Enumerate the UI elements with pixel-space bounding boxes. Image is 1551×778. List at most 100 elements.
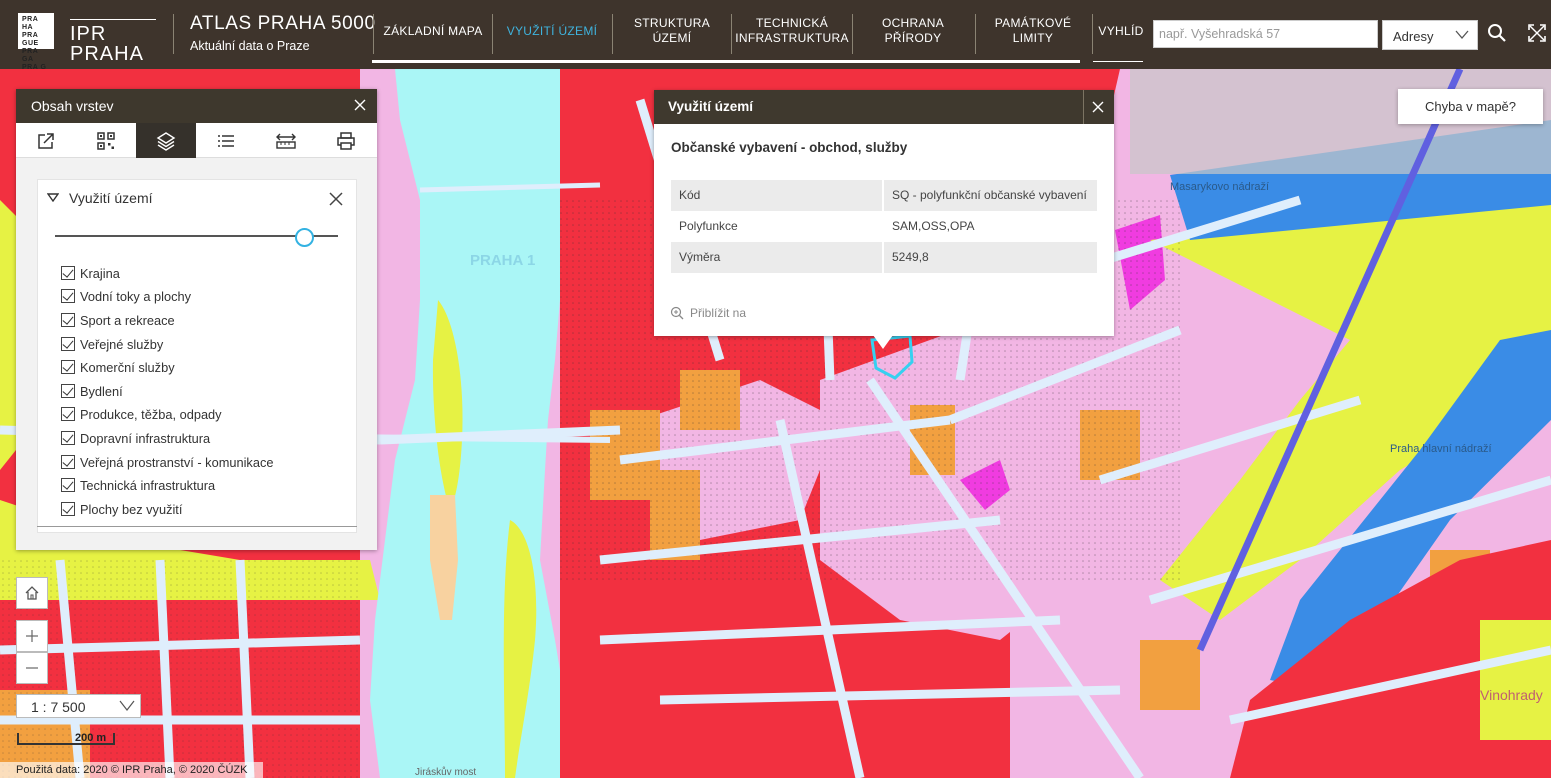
attribute-table: Kód SQ - polyfunkční občanské vybavení Po… [671,180,1097,273]
nav-pamatkove-limity[interactable]: PAMÁTKOVÉ LIMITY [985,0,1081,62]
zoom-out-button[interactable] [16,652,48,684]
layers-tool[interactable] [136,123,196,158]
layer-group-title: Využití území [69,190,153,206]
home-icon [25,586,39,600]
layer-item-bydleni[interactable]: Bydlení [61,381,123,401]
address-search-input[interactable] [1153,20,1378,48]
fullscreen-icon[interactable] [1526,22,1548,44]
checkbox[interactable] [61,478,75,492]
nav-divider [852,14,853,54]
map-label-bridge: Jiráskův most [415,766,476,778]
collapse-triangle-icon[interactable] [47,193,59,202]
zoom-in-icon [670,306,684,320]
attribute-value: SQ - polyfunkční občanské vybavení [883,180,1097,211]
layer-label: Dopravní infrastruktura [80,430,211,446]
layer-label: Veřejné služby [80,336,164,352]
nav-divider [492,14,493,54]
nav-vyhlidky[interactable]: VYHLÍD [1096,0,1146,62]
table-row: Polyfunkce SAM,OSS,OPA [671,211,1097,242]
checkbox[interactable] [61,313,75,327]
nav-vyuziti-uzemi[interactable]: VYUŽITÍ ÚZEMÍ [497,0,607,62]
print-icon [337,131,355,150]
nav-divider [1092,14,1093,54]
header-divider [173,14,174,54]
home-button[interactable] [16,577,48,609]
layer-label: Vodní toky a plochy [80,288,191,304]
checkbox[interactable] [61,337,75,351]
chevron-down-icon [1455,30,1469,39]
layer-item-dopravni[interactable]: Dopravní infrastruktura [61,428,210,448]
print-tool[interactable] [316,123,376,158]
app-title[interactable]: ATLAS PRAHA 5000 [190,13,376,35]
nav-zakladni-mapa[interactable]: ZÁKLADNÍ MAPA [378,0,488,62]
checkbox[interactable] [61,266,75,280]
scale-select[interactable]: 1 : 7 500 [16,694,141,718]
remove-layer-icon[interactable] [329,192,343,206]
checkbox[interactable] [61,360,75,374]
measure-icon [276,133,296,149]
layer-item-technicka[interactable]: Technická infrastruktura [61,475,215,495]
share-tool[interactable] [16,123,76,158]
layer-item-krajina[interactable]: Krajina [61,263,120,283]
nav-technicka-infrastruktura[interactable]: TECHNICKÁ INFRASTRUKTURA [735,0,848,62]
layer-label: Komerční služby [80,359,175,375]
feature-popup: Využití území Občanské vybavení - obchod… [654,90,1114,336]
layers-panel: Obsah vrstev Využití území Krajina Vodní… [16,89,377,550]
checkbox[interactable] [61,455,75,469]
report-error-button[interactable]: Chyba v mapě? [1398,89,1543,124]
public-services-block [1140,640,1200,710]
minus-icon [26,667,38,669]
panel-toolbar [16,123,377,158]
table-row: Kód SQ - polyfunkční občanské vybavení [671,180,1097,211]
legend-tool[interactable] [196,123,256,158]
popup-title: Využití území [668,99,754,114]
layer-label: Produkce, těžba, odpady [80,406,222,422]
zoom-to-label: Přiblížit na [690,306,747,320]
search-icon[interactable] [1486,22,1508,44]
close-icon[interactable] [353,98,367,112]
layer-item-sport[interactable]: Sport a rekreace [61,310,175,330]
nav-struktura-uzemi[interactable]: STRUKTURA ÚZEMÍ [617,0,727,62]
layer-label: Sport a rekreace [80,312,175,328]
checkbox[interactable] [61,502,75,516]
nav-ochrana-prirody[interactable]: OCHRANA PŘÍRODY [856,0,970,62]
layer-item-vodni-toky[interactable]: Vodní toky a plochy [61,286,191,306]
nav-divider [731,14,732,54]
attribute-key: Výměra [671,242,884,273]
attribute-value: 5249,8 [883,242,1097,273]
layer-item-produkce[interactable]: Produkce, těžba, odpady [61,404,222,424]
divider [37,526,357,527]
layers-icon [156,131,176,151]
prague-logo-text: PRA HA PRA GUE PRA GA PRA G [22,16,47,71]
popup-header-divider [1083,90,1084,124]
close-icon[interactable] [1092,101,1104,113]
layers-panel-header: Obsah vrstev [16,89,377,123]
nav-divider [612,14,613,54]
layer-item-verejna-prostranstvi[interactable]: Veřejná prostranství - komunikace [61,452,273,472]
popup-pointer [873,335,893,349]
feature-title: Občanské vybavení - obchod, služby [671,140,908,155]
search-type-select[interactable]: Adresy [1382,20,1478,50]
table-row: Výměra 5249,8 [671,242,1097,273]
header-divider [373,14,374,54]
chevron-down-icon [119,700,135,711]
checkbox[interactable] [61,289,75,303]
layer-label: Technická infrastruktura [80,477,216,493]
checkbox[interactable] [61,384,75,398]
bridge [339,434,611,443]
qr-code-tool[interactable] [76,123,136,158]
layer-label: Plochy bez využití [80,501,183,517]
layer-item-komercni-sluzby[interactable]: Komerční služby [61,357,175,377]
qr-code-icon [97,131,115,150]
prague-logo[interactable]: PRA HA PRA GUE PRA GA PRA G [18,13,54,71]
ipr-logo-text: IPR PRAHA [70,23,144,65]
opacity-slider-knob[interactable] [294,228,314,247]
layer-item-plochy-bez-vyuziti[interactable]: Plochy bez využití [61,499,182,519]
layer-item-verejne-sluzby[interactable]: Veřejné služby [61,334,163,354]
measure-tool[interactable] [256,123,316,158]
layers-panel-title: Obsah vrstev [31,98,114,114]
checkbox[interactable] [61,407,75,421]
zoom-in-button[interactable] [16,620,48,652]
zoom-to-button[interactable]: Přiblížit na [670,306,746,320]
checkbox[interactable] [61,431,75,445]
